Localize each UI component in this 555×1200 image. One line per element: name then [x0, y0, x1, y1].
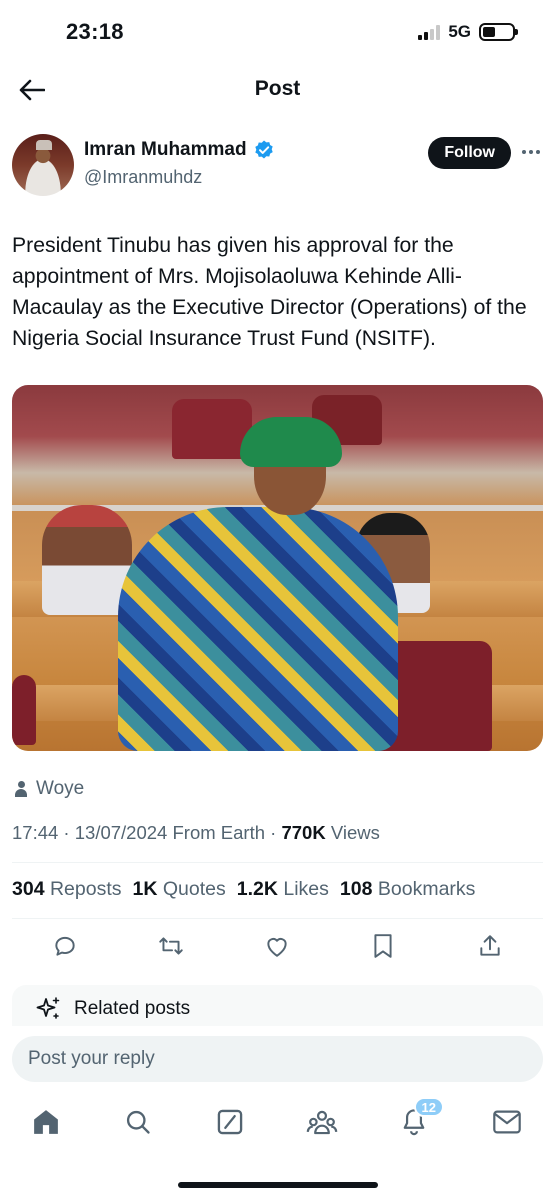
status-bar: 23:18 5G — [0, 0, 555, 64]
bookmark-button[interactable] — [365, 928, 401, 964]
more-options-button[interactable] — [519, 140, 543, 164]
person-icon — [14, 781, 28, 797]
messages-icon — [493, 1110, 521, 1134]
stat-reposts[interactable]: 304 Reposts — [12, 878, 122, 901]
author-name-row: Imran Muhammad — [84, 139, 275, 161]
nav-communities[interactable] — [304, 1104, 340, 1140]
network-type: 5G — [448, 22, 471, 41]
divider — [12, 862, 543, 863]
views-label: Views — [330, 822, 380, 843]
related-posts-label: Related posts — [74, 998, 191, 1019]
engagement-stats: 304 Reposts 1K Quotes 1.2K Likes 108 Boo… — [12, 878, 475, 901]
stat-bookmarks[interactable]: 108 Bookmarks — [340, 878, 476, 901]
search-icon — [126, 1110, 150, 1134]
nav-home[interactable] — [28, 1104, 64, 1140]
nav-search[interactable] — [120, 1104, 156, 1140]
notifications-badge: 12 — [413, 1097, 444, 1117]
reply-bar — [0, 1026, 555, 1096]
avatar[interactable] — [12, 134, 74, 196]
views-count: 770K — [281, 822, 326, 843]
post-author: Imran Muhammad @Imranmuhdz Follow — [12, 130, 543, 200]
clock: 23:18 — [66, 19, 124, 44]
reply-button[interactable] — [47, 928, 83, 964]
post-image[interactable] — [12, 385, 543, 751]
reply-input[interactable] — [12, 1036, 543, 1082]
grok-icon — [217, 1109, 243, 1135]
sparkle-icon — [36, 997, 60, 1019]
signal-icon — [418, 24, 441, 40]
post-time: 17:44 — [12, 822, 59, 843]
more-dot — [536, 150, 540, 154]
bookmark-icon — [374, 934, 392, 958]
follow-button[interactable]: Follow — [428, 137, 511, 169]
nav-notifications[interactable]: 12 — [396, 1097, 444, 1140]
stat-quotes[interactable]: 1K Quotes — [133, 878, 226, 901]
nav-grok[interactable] — [212, 1104, 248, 1140]
author-handle: @Imranmuhdz — [84, 167, 203, 187]
author-display-name[interactable]: Imran Muhammad — [84, 139, 247, 161]
battery-icon — [479, 23, 518, 41]
more-dot — [529, 150, 533, 154]
like-button[interactable] — [259, 928, 295, 964]
share-button[interactable] — [472, 928, 508, 964]
verified-badge-icon — [254, 140, 273, 159]
page-title: Post — [254, 77, 301, 100]
more-dot — [522, 150, 526, 154]
divider — [12, 918, 543, 919]
communities-icon — [306, 1110, 338, 1135]
post-meta: 17:44 · 13/07/2024 From Earth · 770K Vie… — [12, 822, 380, 843]
repost-icon — [159, 937, 183, 955]
reply-icon — [55, 936, 75, 956]
location-label: Woye — [36, 778, 85, 799]
stat-likes[interactable]: 1.2K Likes — [237, 878, 329, 901]
status-icons: 5G — [418, 22, 518, 42]
post-date: 13/07/2024 — [74, 822, 168, 843]
post-location[interactable]: Woye — [14, 778, 84, 800]
post-text: President Tinubu has given his approval … — [12, 234, 527, 350]
like-icon — [267, 938, 287, 957]
share-icon — [480, 935, 500, 956]
home-icon — [34, 1110, 58, 1134]
nav-messages[interactable] — [489, 1104, 525, 1140]
post-source: From Earth — [172, 822, 266, 843]
repost-button[interactable] — [153, 928, 189, 964]
post-actions — [0, 928, 555, 964]
home-indicator — [178, 1182, 378, 1188]
bottom-nav: 12 — [0, 1096, 555, 1156]
top-bar: Post — [0, 64, 555, 116]
